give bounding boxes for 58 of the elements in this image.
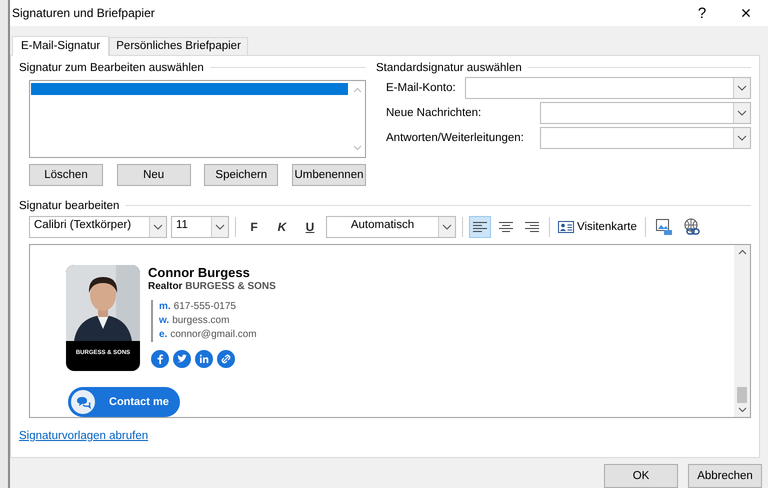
close-button[interactable]: × <box>724 0 768 26</box>
contact-card-icon[interactable] <box>558 220 574 233</box>
group-heading: Signatur zum Bearbeiten auswählen <box>19 62 204 74</box>
field-label: Antworten/Weiterleitungen: <box>386 132 525 144</box>
field-label: Neue Nachrichten: <box>386 106 482 119</box>
list-action-button[interactable]: Umbenennen <box>292 164 366 186</box>
contact-value: connor@gmail.com <box>170 328 257 342</box>
contact-value: 617-555-0175 <box>174 300 236 314</box>
signature-list[interactable] <box>29 80 366 158</box>
list-action-button[interactable]: Neu <box>116 164 191 186</box>
contact-prefix: e. <box>159 328 168 342</box>
chevron-down-icon[interactable] <box>737 110 747 116</box>
tab[interactable]: E-Mail-Signatur <box>12 36 110 56</box>
field-label: E-Mail-Konto: <box>386 82 457 94</box>
scroll-down-icon[interactable] <box>738 406 746 413</box>
help-button[interactable]: ? <box>680 0 724 26</box>
template-link[interactable]: Signaturvorlagen abrufen <box>19 430 148 442</box>
group-heading: Signatur bearbeiten <box>19 200 120 212</box>
signature-name: Connor Burgess <box>148 264 250 280</box>
font-color-dropdown[interactable]: Automatisch <box>326 216 456 238</box>
group-heading: Standardsignatur auswählen <box>376 62 522 74</box>
list-item[interactable] <box>31 82 348 95</box>
picture-icon[interactable] <box>654 218 673 236</box>
contact-me-button[interactable]: Contact me <box>68 386 180 417</box>
tab[interactable]: Persönliches Briefpapier <box>109 37 248 55</box>
window-title: Signaturen und Briefpapier <box>12 6 156 20</box>
dialog-button[interactable]: OK <box>604 464 678 488</box>
chevron-down-icon[interactable] <box>737 134 747 141</box>
hyperlink-icon[interactable] <box>682 218 701 236</box>
chevron-down-icon[interactable] <box>737 84 747 91</box>
list-action-button[interactable]: Speichern <box>204 164 278 186</box>
chevron-down-icon[interactable] <box>215 224 225 230</box>
align-right-icon[interactable] <box>524 220 540 233</box>
align-left-icon[interactable] <box>472 220 488 233</box>
signature-role: Realtor BURGESS & SONS <box>148 280 276 292</box>
contact-prefix: w. <box>159 314 170 328</box>
scrollbar[interactable] <box>734 244 750 417</box>
contact-prefix: m. <box>159 300 171 314</box>
business-card-button[interactable]: Visitenkarte <box>556 220 639 233</box>
linkedin-icon[interactable] <box>195 350 213 368</box>
align-left-button[interactable] <box>469 216 491 238</box>
twitter-icon[interactable] <box>173 350 191 368</box>
list-action-button[interactable]: Löschen <box>29 164 103 186</box>
chat-bubbles-icon <box>71 390 95 414</box>
chevron-down-icon[interactable] <box>442 224 452 230</box>
facebook-icon[interactable] <box>151 350 169 368</box>
font-dropdown[interactable]: Calibri (Textkörper) <box>29 216 167 238</box>
align-center-icon[interactable] <box>498 220 514 233</box>
chevron-down-icon[interactable] <box>153 224 163 230</box>
font-size-dropdown[interactable]: 11 <box>171 216 229 238</box>
link-icon[interactable] <box>217 350 235 368</box>
format-button[interactable]: F <box>242 218 266 235</box>
format-button[interactable]: K <box>270 218 294 235</box>
format-button[interactable]: U <box>298 218 322 235</box>
scroll-up-icon[interactable] <box>738 248 746 255</box>
scroll-thumb[interactable] <box>737 386 747 403</box>
contact-value: burgess.com <box>172 314 230 328</box>
dialog-button[interactable]: Abbrechen <box>688 464 762 488</box>
